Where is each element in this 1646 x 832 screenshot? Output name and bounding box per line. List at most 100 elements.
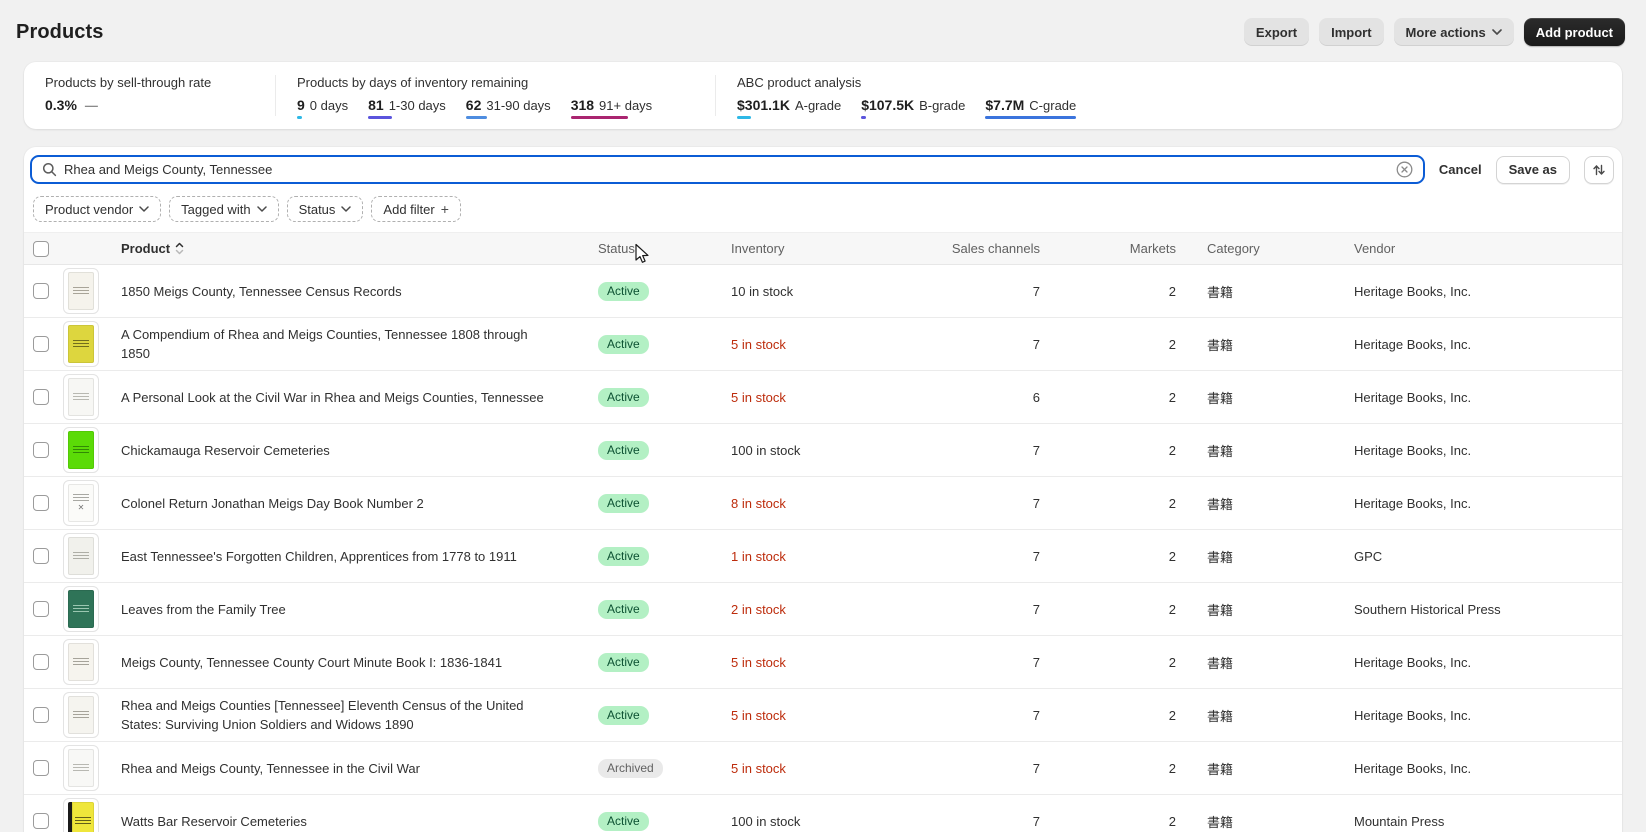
row-checkbox[interactable] — [33, 336, 49, 352]
product-title-link[interactable]: A Compendium of Rhea and Meigs Counties,… — [121, 325, 598, 363]
row-checkbox[interactable] — [33, 760, 49, 776]
product-thumbnail — [63, 321, 99, 367]
add-product-button[interactable]: Add product — [1523, 18, 1625, 46]
stat-underline-bar — [465, 116, 487, 119]
metric-stat[interactable]: $7.7M C-grade — [985, 97, 1077, 119]
product-thumbnail — [63, 374, 99, 420]
page-title: Products — [16, 20, 104, 43]
table-row[interactable]: 1850 Meigs County, Tennessee Census Reco… — [24, 265, 1622, 318]
product-title-link[interactable]: Chickamauga Reservoir Cemeteries — [121, 441, 598, 460]
table-row[interactable]: ✕ Colonel Return Jonathan Meigs Day Book… — [24, 477, 1622, 530]
row-checkbox[interactable] — [33, 495, 49, 511]
column-header-product[interactable]: Product — [121, 241, 598, 256]
header-actions: Export Import More actions Add product — [1243, 18, 1625, 46]
product-title-link[interactable]: Watts Bar Reservoir Cemeteries — [121, 812, 598, 831]
row-checkbox[interactable] — [33, 707, 49, 723]
category-cell: 書籍 — [1207, 337, 1234, 353]
vendor-cell: Heritage Books, Inc. — [1354, 336, 1472, 352]
filter-pill[interactable]: Add filter + — [371, 196, 461, 222]
markets-cell: 2 — [1168, 548, 1176, 564]
import-button[interactable]: Import — [1319, 18, 1384, 46]
status-badge: Active — [598, 493, 649, 513]
status-badge: Active — [598, 387, 649, 407]
product-thumbnail — [63, 533, 99, 579]
product-thumbnail — [63, 427, 99, 473]
sort-button[interactable] — [1584, 155, 1614, 184]
table-row[interactable]: Watts Bar Reservoir Cemeteries Active 10… — [24, 795, 1622, 832]
cancel-button[interactable]: Cancel — [1439, 162, 1482, 177]
table-row[interactable]: East Tennessee's Forgotten Children, App… — [24, 530, 1622, 583]
metric-stat[interactable]: 318 91+ days — [570, 97, 652, 119]
status-badge: Active — [598, 705, 649, 725]
book-cover — [68, 378, 94, 416]
sales-channels-cell: 7 — [1032, 283, 1040, 299]
export-button[interactable]: Export — [1243, 18, 1310, 46]
row-checkbox[interactable] — [33, 389, 49, 405]
product-title-link[interactable]: Leaves from the Family Tree — [121, 600, 598, 619]
row-checkbox[interactable] — [33, 654, 49, 670]
product-title-link[interactable]: Meigs County, Tennessee County Court Min… — [121, 653, 598, 672]
sell-through-value[interactable]: 0.3% — [45, 97, 77, 113]
row-checkbox[interactable] — [33, 283, 49, 299]
product-title-link[interactable]: Rhea and Meigs County, Tennessee in the … — [121, 759, 598, 778]
row-checkbox[interactable] — [33, 813, 49, 829]
filter-pill[interactable]: Status — [286, 196, 364, 222]
table-row[interactable]: Rhea and Meigs County, Tennessee in the … — [24, 742, 1622, 795]
product-title-link[interactable]: A Personal Look at the Civil War in Rhea… — [121, 388, 598, 407]
metric-title: Products by sell-through rate — [45, 75, 212, 90]
filter-pill[interactable]: Product vendor — [33, 196, 162, 222]
product-title-link[interactable]: 1850 Meigs County, Tennessee Census Reco… — [121, 282, 598, 301]
filter-pill[interactable]: Tagged with — [169, 196, 279, 222]
stat-label: C-grade — [1029, 98, 1077, 113]
status-badge: Active — [598, 334, 649, 354]
table-row[interactable]: Rhea and Meigs Counties [Tennessee] Elev… — [24, 689, 1622, 742]
metric-stat[interactable]: 81 1-30 days — [368, 97, 446, 119]
vendor-cell: Heritage Books, Inc. — [1354, 654, 1472, 670]
vendor-cell: Heritage Books, Inc. — [1354, 707, 1472, 723]
stat-value: 81 — [368, 97, 384, 113]
sales-channels-cell: 7 — [1032, 548, 1040, 564]
category-cell: 書籍 — [1207, 814, 1234, 830]
row-checkbox[interactable] — [33, 548, 49, 564]
book-cover — [68, 643, 94, 681]
vendor-cell: Heritage Books, Inc. — [1354, 442, 1472, 458]
metric-stat[interactable]: $107.5K B-grade — [861, 97, 965, 119]
metrics-card: Products by sell-through rate 0.3% — Pro… — [24, 62, 1622, 129]
table-row[interactable]: Meigs County, Tennessee County Court Min… — [24, 636, 1622, 689]
metric-sell-through: Products by sell-through rate 0.3% — — [24, 75, 275, 116]
metric-stat[interactable]: 62 31-90 days — [465, 97, 551, 119]
sales-channels-cell: 7 — [1032, 760, 1040, 776]
save-as-button[interactable]: Save as — [1495, 155, 1570, 184]
clear-search-icon[interactable] — [1396, 161, 1413, 178]
inventory-cell: 5 in stock — [731, 707, 786, 723]
product-title-link[interactable]: Rhea and Meigs Counties [Tennessee] Elev… — [121, 696, 598, 734]
table-row[interactable]: A Compendium of Rhea and Meigs Counties,… — [24, 318, 1622, 371]
book-cover — [68, 696, 94, 734]
stat-label: B-grade — [919, 98, 966, 113]
sales-channels-cell: 7 — [1032, 336, 1040, 352]
row-checkbox[interactable] — [33, 601, 49, 617]
chevron-down-icon — [341, 206, 352, 212]
select-all-checkbox[interactable] — [33, 240, 49, 257]
row-checkbox[interactable] — [33, 442, 49, 458]
more-actions-button[interactable]: More actions — [1393, 18, 1514, 46]
vendor-cell: Southern Historical Press — [1354, 601, 1501, 617]
markets-cell: 2 — [1168, 760, 1176, 776]
product-title-link[interactable]: Colonel Return Jonathan Meigs Day Book N… — [121, 494, 598, 513]
table-row[interactable]: Chickamauga Reservoir Cemeteries Active … — [24, 424, 1622, 477]
search-input[interactable] — [30, 155, 1425, 184]
table-row[interactable]: A Personal Look at the Civil War in Rhea… — [24, 371, 1622, 424]
sales-channels-cell: 7 — [1032, 813, 1040, 829]
markets-cell: 2 — [1168, 442, 1176, 458]
metric-stat[interactable]: $301.1K A-grade — [737, 97, 841, 119]
inventory-cell: 2 in stock — [731, 601, 786, 617]
product-thumbnail — [63, 639, 99, 685]
table-row[interactable]: Leaves from the Family Tree Active 2 in … — [24, 583, 1622, 636]
product-title-link[interactable]: East Tennessee's Forgotten Children, App… — [121, 547, 598, 566]
search-query-field[interactable] — [64, 162, 1389, 177]
inventory-cell: 100 in stock — [731, 813, 801, 829]
stat-underline-bar — [985, 116, 1077, 119]
markets-cell: 2 — [1168, 601, 1176, 617]
stat-value: $7.7M — [985, 97, 1025, 113]
metric-stat[interactable]: 9 0 days — [297, 97, 348, 119]
